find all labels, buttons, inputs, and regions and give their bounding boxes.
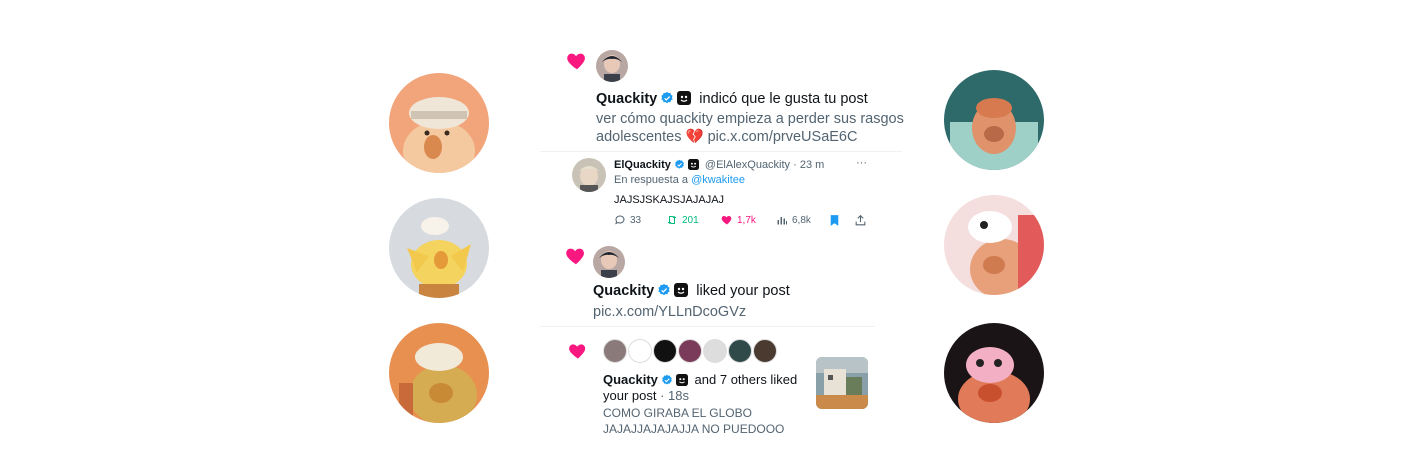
verified-icon <box>658 283 670 296</box>
liker-avatar[interactable] <box>703 339 727 363</box>
affiliate-badge-icon <box>675 374 688 386</box>
reply-user-name[interactable]: ElQuackity <box>614 159 671 171</box>
post-link[interactable]: pic.x.com/prveUSaE6C <box>708 129 858 145</box>
views-icon <box>777 217 787 225</box>
broken-heart-emoji: 💔 <box>685 129 704 145</box>
user-name[interactable]: Quackity <box>596 91 657 107</box>
avatar[interactable] <box>596 50 628 82</box>
heart-icon <box>567 53 585 70</box>
like-count: 1,7k <box>737 214 756 226</box>
retweet-icon <box>667 216 677 224</box>
duck-avatar-1 <box>389 73 489 173</box>
post-preview-text: adolescentes <box>596 129 682 145</box>
verified-icon <box>662 374 672 385</box>
notification-like-1[interactable]: Quackity indicó que le gusta tu post ver… <box>520 44 904 150</box>
reply-to-line: En respuesta a @kwakitee <box>614 173 745 187</box>
post-thumbnail[interactable] <box>816 357 868 409</box>
post-preview-line1: COMO GIRABA EL GLOBO <box>603 406 752 420</box>
user-name[interactable]: Quackity <box>593 283 654 299</box>
post-preview-line2: JAJAJJAJAJAJJA NO PUEDOOO <box>603 422 785 436</box>
like-button[interactable]: 1,7k <box>721 214 756 226</box>
heart-icon <box>569 344 586 359</box>
duck-avatar-4 <box>944 70 1044 170</box>
reply-header: ElQuackity @ElAlexQuackity · 23 m <box>614 158 824 172</box>
notification-headline: Quackity indicó que le gusta tu post <box>596 90 868 108</box>
notification-action: and 7 others liked <box>694 372 798 387</box>
notification-like-2[interactable]: Quackity liked your post pic.x.com/YLLnD… <box>540 240 875 324</box>
affiliate-badge-icon <box>687 159 699 170</box>
liker-avatar[interactable] <box>678 339 702 363</box>
user-name[interactable]: Quackity <box>603 372 658 387</box>
liker-avatar[interactable] <box>628 339 652 363</box>
reply-tweet[interactable]: ElQuackity @ElAlexQuackity · 23 m ··· En… <box>560 152 885 234</box>
verified-icon <box>674 159 684 169</box>
duck-avatar-5 <box>944 195 1044 295</box>
affiliate-badge-icon <box>677 91 692 105</box>
reply-handle[interactable]: @ElAlexQuackity <box>705 159 790 171</box>
reply-to-user[interactable]: @kwakitee <box>691 174 745 186</box>
share-icon[interactable] <box>854 214 867 227</box>
notification-action: indicó que le gusta tu post <box>699 91 868 107</box>
retweet-button[interactable]: 201 <box>666 214 699 226</box>
views-button[interactable]: 6,8k <box>776 214 811 226</box>
verified-icon <box>661 91 673 104</box>
duck-avatar-3 <box>389 323 489 423</box>
avatar[interactable] <box>593 246 625 278</box>
liker-avatars <box>603 339 783 365</box>
heart-icon <box>566 248 584 265</box>
notification-action-cont: your post <box>603 388 657 403</box>
post-preview-line2: adolescentes 💔 pic.x.com/prveUSaE6C <box>596 128 857 146</box>
retweet-count: 201 <box>682 214 699 226</box>
post-preview-line1: ver cómo quackity empieza a perder sus r… <box>596 111 904 127</box>
liker-avatar[interactable] <box>753 339 777 363</box>
reply-avatar[interactable] <box>572 158 606 192</box>
notification-like-group[interactable]: Quackity and 7 others liked your post · … <box>550 330 875 440</box>
views-count: 6,8k <box>792 214 811 226</box>
comment-icon <box>615 215 625 225</box>
notification-headline: Quackity liked your post <box>593 282 790 300</box>
notification-time: · 18s <box>660 388 690 403</box>
notification-action: liked your post <box>696 283 790 299</box>
bookmark-icon[interactable] <box>828 214 841 227</box>
divider <box>540 326 875 327</box>
post-link[interactable]: pic.x.com/YLLnDcoGVz <box>593 303 746 321</box>
reply-button[interactable]: 33 <box>614 214 641 226</box>
liker-avatar[interactable] <box>728 339 752 363</box>
reply-to-label: En respuesta a <box>614 174 688 186</box>
liker-avatar[interactable] <box>603 339 627 363</box>
reply-count: 33 <box>630 214 642 226</box>
liker-avatar[interactable] <box>653 339 677 363</box>
duck-avatar-2 <box>389 198 489 298</box>
reply-time: · 23 m <box>793 159 825 171</box>
more-options-icon[interactable]: ··· <box>856 156 867 170</box>
duck-avatar-6 <box>944 323 1044 423</box>
reply-text: JAJSJSKAJSJAJAJAJ <box>614 194 725 206</box>
notification-action-line2: your post · 18s <box>603 387 689 405</box>
heart-icon <box>721 216 732 225</box>
affiliate-badge-icon <box>674 283 689 297</box>
